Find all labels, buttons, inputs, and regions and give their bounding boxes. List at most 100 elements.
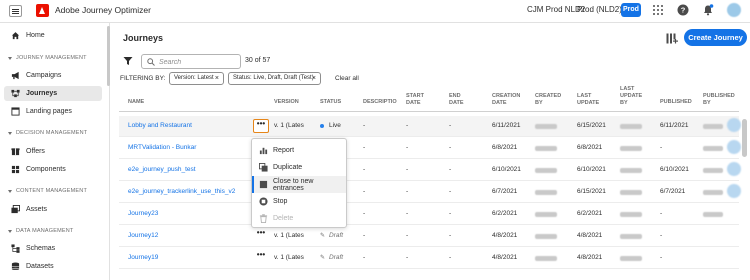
published-by-redacted	[703, 190, 723, 195]
column-header-created-by[interactable]: CREATED BY	[535, 93, 561, 107]
menu-item-report[interactable]: Report	[252, 142, 346, 159]
sidebar-item-schemas[interactable]: Schemas	[4, 241, 102, 256]
column-header-status[interactable]: STATUS	[320, 99, 341, 106]
header-line-1: CREATED	[535, 93, 562, 99]
sidebar-item-offers[interactable]: Offers	[4, 144, 102, 159]
column-header-end-date[interactable]: END DATE	[449, 93, 464, 107]
sidebar-item-journeys[interactable]: Journeys	[4, 86, 102, 101]
published-by-redacted	[703, 124, 723, 129]
table-row[interactable]: e2e_journey_trackerlink_use_this_v2 - - …	[119, 182, 741, 203]
sidebar-item-campaigns[interactable]: Campaigns	[4, 68, 102, 83]
sidebar-item-assets[interactable]: Assets	[4, 202, 102, 217]
header-line-1: PUBLISHED	[703, 93, 735, 99]
clear-all-filters-link[interactable]: Clear all	[335, 75, 359, 82]
sandbox-badge[interactable]: Prod	[621, 3, 641, 17]
help-icon[interactable]: ?	[677, 4, 689, 16]
table-row[interactable]: Journey23 - - - 6/2/2021 6/2/2021 -	[119, 204, 739, 225]
journey-name-link[interactable]: e2e_journey_push_test	[128, 166, 196, 173]
menu-item-close-to-new-entrances[interactable]: Close to new entrances	[252, 176, 346, 193]
created-by-redacted	[535, 234, 557, 239]
column-header-last-update[interactable]: LAST UPDATE	[577, 93, 599, 107]
menu-toggle-icon[interactable]	[9, 5, 22, 17]
sidebar-item-datasets[interactable]: Datasets	[4, 259, 102, 274]
description-cell: -	[363, 122, 366, 129]
filter-chip-version[interactable]: Version: Latest ×	[169, 72, 224, 85]
start-date-cell: -	[406, 210, 409, 217]
section-data-management[interactable]: DATA MANAGEMENT	[8, 228, 74, 234]
journey-name-link[interactable]: e2e_journey_trackerlink_use_this_v2	[128, 188, 235, 195]
journey-name-link[interactable]: Journey19	[128, 254, 158, 261]
menu-item-duplicate[interactable]: Duplicate	[252, 159, 346, 176]
created-by-redacted	[535, 146, 557, 151]
section-content-management[interactable]: CONTENT MANAGEMENT	[8, 188, 87, 194]
notifications-bell-icon[interactable]	[702, 4, 714, 16]
column-header-creation-date[interactable]: CREATION DATE	[492, 93, 520, 107]
column-header-start-date[interactable]: START DATE	[406, 93, 424, 107]
datasets-icon	[11, 262, 20, 270]
status-cell: Live	[320, 122, 341, 129]
sidebar-item-home[interactable]: Home	[4, 28, 102, 43]
more-actions-button[interactable]: •••	[253, 229, 269, 243]
created-by-redacted	[535, 212, 557, 217]
status-label: Live	[329, 122, 341, 129]
sandbox-name[interactable]: Prod (NLD2)	[577, 5, 622, 14]
journey-name-link[interactable]: MRTValidation - Bunkar	[128, 144, 196, 151]
remove-filter-icon[interactable]: ×	[215, 73, 219, 84]
adobe-logo-icon	[36, 4, 49, 17]
sidebar-scrollbar[interactable]	[107, 26, 110, 86]
apps-grid-icon[interactable]	[652, 4, 664, 16]
description-cell: -	[363, 166, 366, 173]
start-date-cell: -	[406, 122, 409, 129]
journey-name-link[interactable]: Journey12	[128, 232, 158, 239]
search-field[interactable]	[141, 54, 241, 69]
journey-name-link[interactable]: Lobby and Restaurant	[128, 122, 192, 129]
column-header-description[interactable]: DESCRIPTION	[363, 99, 397, 106]
last-update-cell: 6/8/2021	[577, 144, 603, 151]
remove-filter-icon[interactable]: ×	[312, 73, 316, 84]
table-row[interactable]: Journey19 ••• v. 1 (Lates ✎ Draft - - - 4…	[119, 248, 739, 269]
section-journey-management[interactable]: JOURNEY MANAGEMENT	[8, 55, 87, 61]
sidebar-item-label: Schemas	[26, 245, 56, 252]
table-row[interactable]: Lobby and Restaurant ••• v. 1 (Lates Liv…	[119, 116, 741, 137]
user-avatar[interactable]	[727, 3, 741, 17]
published-cell: 6/7/2021	[660, 188, 686, 195]
published-by-redacted	[703, 212, 723, 217]
more-actions-button[interactable]: •••	[253, 251, 269, 265]
end-date-cell: -	[449, 188, 452, 195]
filter-icon[interactable]	[123, 56, 133, 66]
published-cell: -	[660, 254, 663, 261]
header-line-1: LAST	[620, 86, 635, 92]
column-settings-icon[interactable]	[666, 33, 678, 44]
column-header-published-by[interactable]: PUBLISHED BY	[703, 93, 735, 107]
column-header-name[interactable]: NAME	[128, 99, 144, 106]
search-input[interactable]	[159, 56, 239, 68]
column-header-version[interactable]: VERSION	[274, 99, 299, 106]
sidebar-item-label: Landing pages	[26, 108, 72, 115]
header-line-2: UPDATE	[620, 93, 643, 99]
end-date-cell: -	[449, 144, 452, 151]
menu-item-stop[interactable]: Stop	[252, 193, 346, 210]
column-header-last-update-by[interactable]: LAST UPDATE BY	[620, 86, 642, 107]
table-row[interactable]: MRTValidation - Bunkar - - - 6/8/2021 6/…	[119, 138, 741, 159]
table-row[interactable]: Journey12 ••• v. 1 (Lates ✎ Draft - - - 4…	[119, 226, 739, 247]
filter-chip-status[interactable]: Status: Live, Draft, Draft (Test) ×	[228, 72, 321, 85]
more-actions-button[interactable]: •••	[253, 119, 269, 133]
live-status-dot-icon	[320, 123, 324, 128]
create-journey-button[interactable]: Create Journey	[684, 29, 747, 46]
version-cell: v. 1 (Lates	[274, 122, 304, 129]
end-date-cell: -	[449, 122, 452, 129]
table-scrollbar[interactable]	[742, 119, 747, 157]
start-date-cell: -	[406, 166, 409, 173]
column-header-published[interactable]: PUBLISHED	[660, 99, 692, 106]
section-title: CONTENT MANAGEMENT	[16, 188, 88, 194]
table-row[interactable]: e2e_journey_push_test - - - 6/10/2021 6/…	[119, 160, 741, 181]
section-decision-management[interactable]: DECISION MANAGEMENT	[8, 130, 87, 136]
sidebar-item-components[interactable]: Components	[4, 162, 102, 177]
published-cell: 6/11/2021	[660, 122, 689, 129]
top-bar: Adobe Journey Optimizer CJM Prod NLD2 Pr…	[0, 0, 750, 23]
description-cell: -	[363, 254, 366, 261]
journey-name-link[interactable]: Journey23	[128, 210, 158, 217]
end-date-cell: -	[449, 166, 452, 173]
last-update-by-redacted	[620, 146, 642, 151]
sidebar-item-landing-pages[interactable]: Landing pages	[4, 104, 102, 119]
